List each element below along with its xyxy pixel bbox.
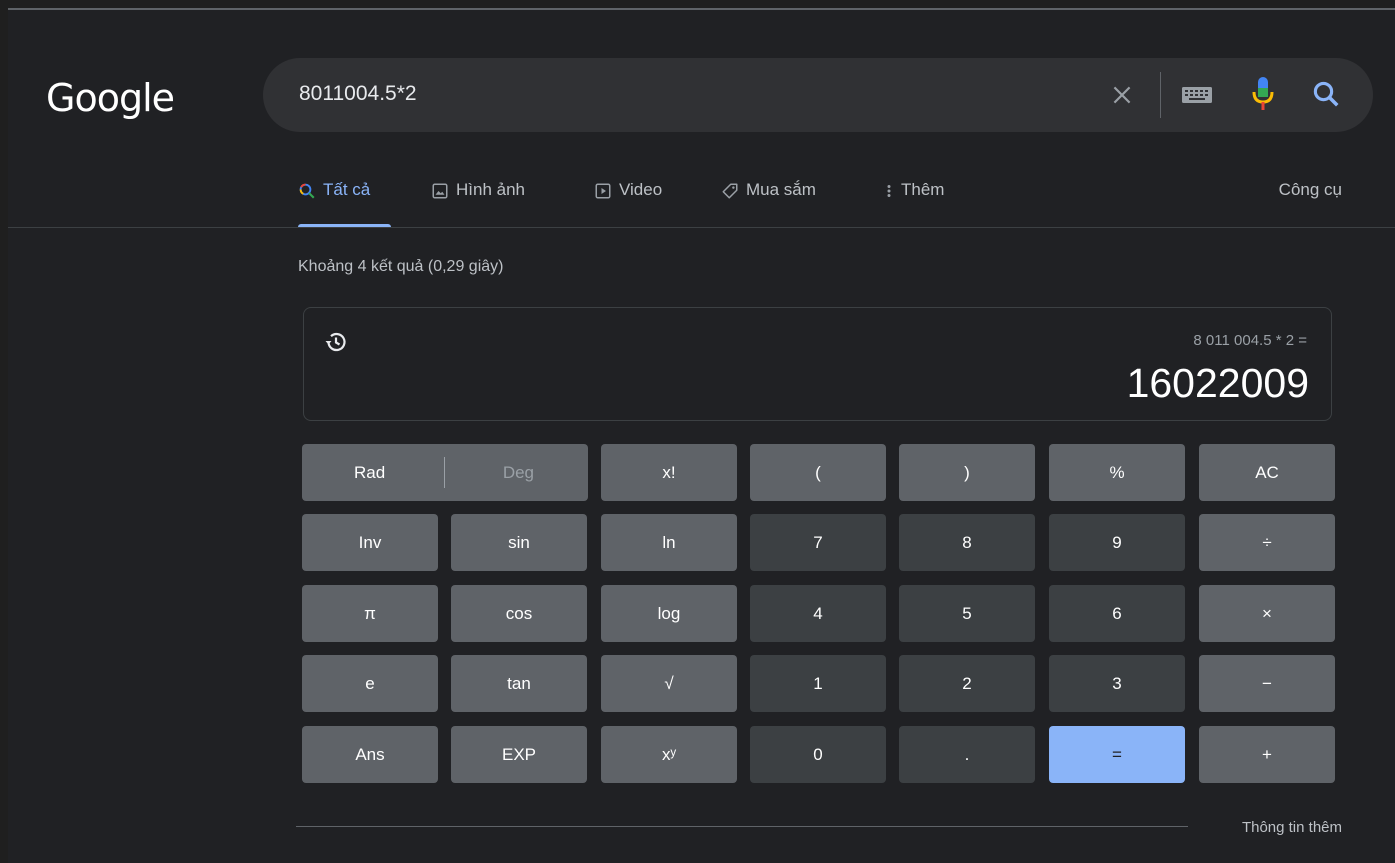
tab-all[interactable]: Tất cả: [298, 180, 370, 226]
tab-video[interactable]: Video: [594, 180, 662, 226]
multiply-button[interactable]: ×: [1199, 585, 1335, 642]
digit-6-button[interactable]: 6: [1049, 585, 1185, 642]
more-info-link[interactable]: Thông tin thêm: [1242, 819, 1342, 836]
all-clear-button[interactable]: AC: [1199, 444, 1335, 501]
log-button[interactable]: log: [601, 585, 737, 642]
tab-images-label: Hình ảnh: [456, 180, 525, 199]
rad-deg-toggle[interactable]: Rad Deg: [302, 444, 588, 501]
percent-button[interactable]: %: [1049, 444, 1185, 501]
more-info-divider: [296, 826, 1188, 827]
tools-button[interactable]: Công cụ: [1279, 180, 1342, 200]
tab-video-label: Video: [619, 180, 663, 199]
euler-button[interactable]: e: [302, 655, 438, 712]
tab-more[interactable]: Thêm: [884, 180, 944, 226]
result-stats: Khoảng 4 kết quả (0,29 giây): [298, 258, 504, 275]
rad-button[interactable]: Rad: [354, 463, 385, 483]
tab-shopping[interactable]: Mua sắm: [721, 180, 816, 226]
microphone-icon[interactable]: [1251, 76, 1275, 117]
calculator-expression: 8 011 004.5 * 2 =: [1193, 332, 1307, 349]
search-icon: [299, 183, 315, 199]
digit-7-button[interactable]: 7: [750, 514, 886, 571]
sin-button[interactable]: sin: [451, 514, 587, 571]
deg-button[interactable]: Deg: [503, 463, 534, 483]
digit-8-button[interactable]: 8: [899, 514, 1035, 571]
digit-4-button[interactable]: 4: [750, 585, 886, 642]
search-tabs: Tất cả Hình ảnh Video Mua sắm Thêm Công …: [8, 180, 1395, 230]
cos-button[interactable]: cos: [451, 585, 587, 642]
digit-0-button[interactable]: 0: [750, 726, 886, 783]
digit-9-button[interactable]: 9: [1049, 514, 1185, 571]
sqrt-button[interactable]: √: [601, 655, 737, 712]
digit-1-button[interactable]: 1: [750, 655, 886, 712]
digit-5-button[interactable]: 5: [899, 585, 1035, 642]
google-logo[interactable]: Google: [46, 76, 175, 120]
tab-all-label: Tất cả: [323, 180, 371, 199]
ln-button[interactable]: ln: [601, 514, 737, 571]
factorial-button[interactable]: x!: [601, 444, 737, 501]
equals-button[interactable]: =: [1049, 726, 1185, 783]
tag-icon: [722, 183, 738, 199]
calculator-display: 8 011 004.5 * 2 = 16022009: [303, 307, 1332, 421]
digit-2-button[interactable]: 2: [899, 655, 1035, 712]
search-bar[interactable]: 8011004.5*2: [263, 58, 1373, 132]
right-paren-button[interactable]: ): [899, 444, 1035, 501]
calculator-result: 16022009: [1126, 360, 1309, 406]
decimal-point-button[interactable]: .: [899, 726, 1035, 783]
minus-button[interactable]: −: [1199, 655, 1335, 712]
left-paren-button[interactable]: (: [750, 444, 886, 501]
search-bar-divider: [1160, 72, 1161, 118]
results-page: Google 8011004.5*2 Tất cả Hình ảnh Video…: [8, 8, 1395, 863]
inverse-button[interactable]: Inv: [302, 514, 438, 571]
pi-button[interactable]: π: [302, 585, 438, 642]
tan-button[interactable]: tan: [451, 655, 587, 712]
power-button[interactable]: xʸ: [601, 726, 737, 783]
search-input[interactable]: 8011004.5*2: [299, 82, 417, 106]
close-icon[interactable]: [1109, 82, 1135, 113]
tab-more-label: Thêm: [901, 180, 945, 199]
tab-shopping-label: Mua sắm: [746, 180, 816, 199]
exp-button[interactable]: EXP: [451, 726, 587, 783]
tab-images[interactable]: Hình ảnh: [431, 180, 525, 226]
history-icon[interactable]: [324, 330, 348, 359]
search-icon[interactable]: [1311, 79, 1341, 114]
more-vert-icon: [887, 185, 891, 197]
answer-button[interactable]: Ans: [302, 726, 438, 783]
play-icon: [595, 183, 611, 199]
keyboard-icon[interactable]: [1181, 85, 1213, 110]
tabs-divider: [8, 227, 1395, 228]
plus-button[interactable]: +: [1199, 726, 1335, 783]
rad-deg-separator: [444, 457, 445, 488]
digit-3-button[interactable]: 3: [1049, 655, 1185, 712]
divide-button[interactable]: ÷: [1199, 514, 1335, 571]
image-icon: [432, 183, 448, 199]
